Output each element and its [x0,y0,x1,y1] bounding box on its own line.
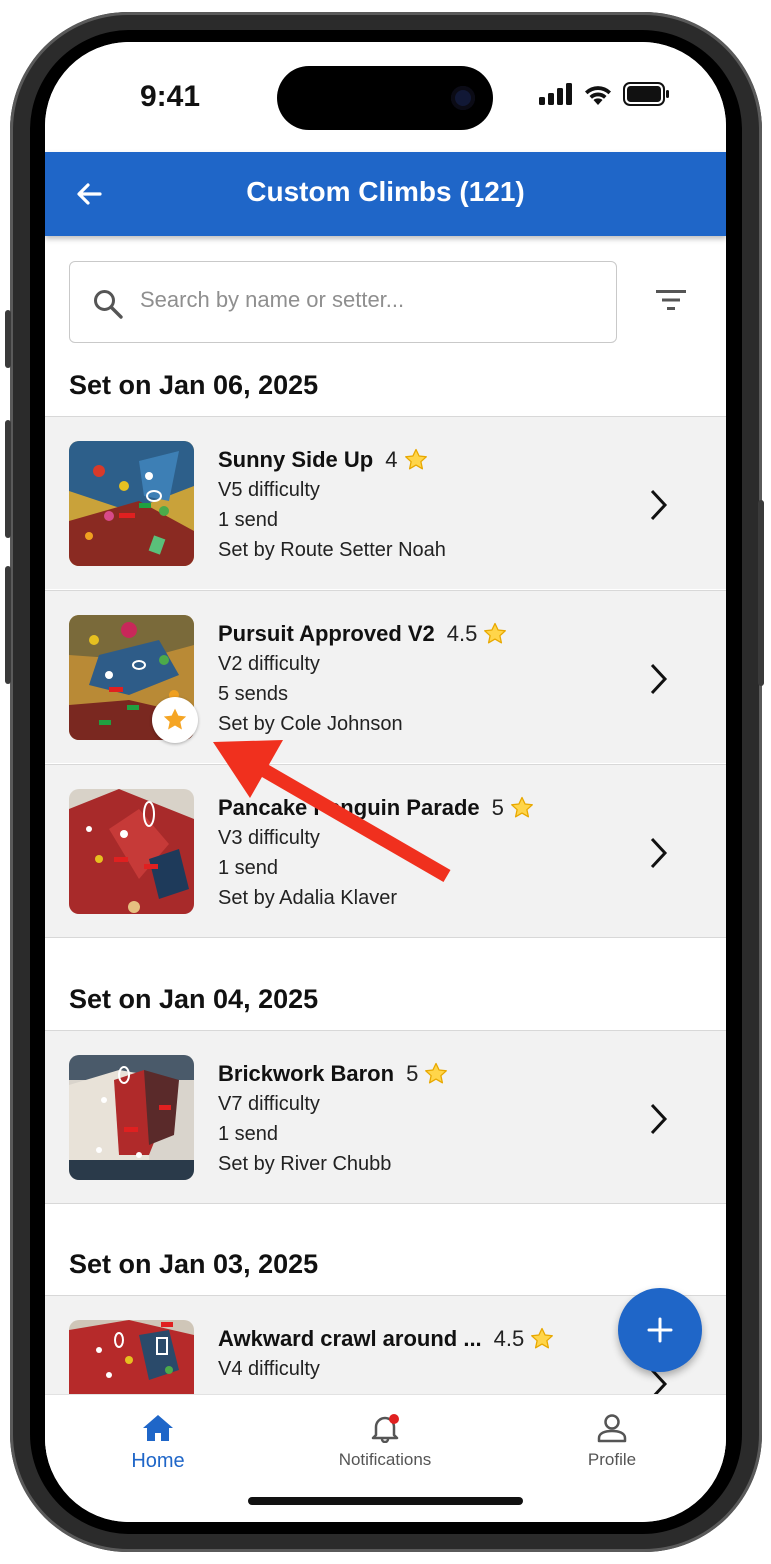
climb-setter: Set by Adalia Klaver [218,887,397,909]
star-rating-icon [484,622,507,644]
climb-list-item[interactable]: Brickwork Baron 5 V7 difficulty 1 send S… [45,1030,726,1204]
climb-setter: Set by Route Setter Noah [218,539,446,561]
nav-label: Profile [587,1450,637,1469]
climb-thumbnail [69,1055,194,1180]
climb-thumbnail [69,789,194,914]
star-rating-icon [425,1062,448,1084]
climb-name: Awkward crawl around ... [218,1326,482,1351]
star-rating-icon [531,1327,554,1349]
home-icon [143,1415,173,1441]
climb-name: Sunny Side Up [218,447,374,472]
climb-name: Pancake Penguin Parade [218,795,480,820]
chevron-right-icon [650,663,668,695]
climb-info: Brickwork Baron 5 V7 difficulty 1 send S… [218,1059,638,1179]
climb-sends: 5 sends [218,683,289,705]
climb-name: Brickwork Baron [218,1061,395,1086]
climb-name: Pursuit Approved V2 [218,621,435,646]
climb-difficulty: V7 difficulty [218,1093,320,1115]
climb-rating: 5 [491,795,504,820]
nav-item-home[interactable]: Home [88,1413,228,1473]
climb-difficulty: V4 difficulty [218,1358,320,1380]
power-button [758,500,764,686]
volume-down-button [5,566,11,684]
nav-label: Notifications [338,1450,432,1469]
dynamic-island [277,66,493,130]
climb-difficulty: V5 difficulty [218,479,320,501]
climb-rating: 4.5 [446,621,478,646]
star-rating-icon [404,448,427,470]
climb-info: Awkward crawl around ... 4.5 V4 difficul… [218,1324,638,1384]
chevron-right-icon [650,489,668,521]
volume-up-button [5,420,11,538]
filter-icon[interactable] [653,286,689,314]
person-icon [597,1414,627,1443]
wifi-icon [585,86,611,105]
bottom-navigation: Home Notifications Profile [45,1394,726,1522]
climb-list-item[interactable]: Sunny Side Up 4 V5 difficulty 1 send Set… [45,416,726,589]
climb-difficulty: V2 difficulty [218,653,320,675]
climb-rating: 5 [406,1061,419,1086]
climb-sends: 1 send [218,857,279,879]
plus-icon [647,1317,673,1343]
favorite-badge[interactable] [152,697,198,743]
section-title: Set on Jan 04, 2025 [69,984,319,1014]
climb-sends: 1 send [218,1123,279,1145]
climb-setter: Set by River Chubb [218,1153,392,1175]
climb-difficulty: V3 difficulty [218,827,320,849]
star-rating-icon [510,796,533,818]
search-box[interactable] [69,261,617,343]
section-title: Set on Jan 03, 2025 [69,1249,319,1279]
climb-rating: 4.5 [493,1326,525,1351]
page-title: Custom Climbs (121) [246,176,525,207]
climb-info: Pancake Penguin Parade 5 V3 difficulty 1… [218,793,638,913]
chevron-right-icon [650,1103,668,1135]
climb-sends: 1 send [218,509,279,531]
mute-switch [5,310,11,368]
climb-info: Sunny Side Up 4 V5 difficulty 1 send Set… [218,445,638,565]
bell-icon [371,1414,399,1444]
chevron-right-icon [650,837,668,869]
status-icons [539,82,671,106]
cellular-signal-icon [539,83,572,105]
section-title: Set on Jan 06, 2025 [69,370,319,400]
climb-rating: 4 [385,447,398,472]
battery-icon [623,82,669,106]
status-time: 9:41 [140,80,201,113]
star-icon [163,708,187,730]
nav-item-profile[interactable]: Profile [542,1413,682,1470]
search-icon [94,290,123,319]
climb-list-item[interactable]: Pursuit Approved V2 4.5 V2 difficulty 5 … [45,590,726,763]
phone-screen: 9:41 Custom Climbs (121) Search by name … [45,42,726,1522]
search-input[interactable] [138,286,602,314]
climb-thumbnail [69,441,194,566]
nav-item-notifications[interactable]: Notifications [315,1413,455,1470]
climb-list-item[interactable]: Pancake Penguin Parade 5 V3 difficulty 1… [45,764,726,938]
home-indicator [248,1497,523,1505]
nav-label: Home [131,1450,185,1472]
add-climb-button[interactable] [618,1288,702,1372]
status-bar: 9:41 [45,42,726,152]
camera-icon [451,86,475,110]
app-bar: Custom Climbs (121) [45,152,726,236]
climb-setter: Set by Cole Johnson [218,713,403,735]
climb-info: Pursuit Approved V2 4.5 V2 difficulty 5 … [218,619,638,739]
